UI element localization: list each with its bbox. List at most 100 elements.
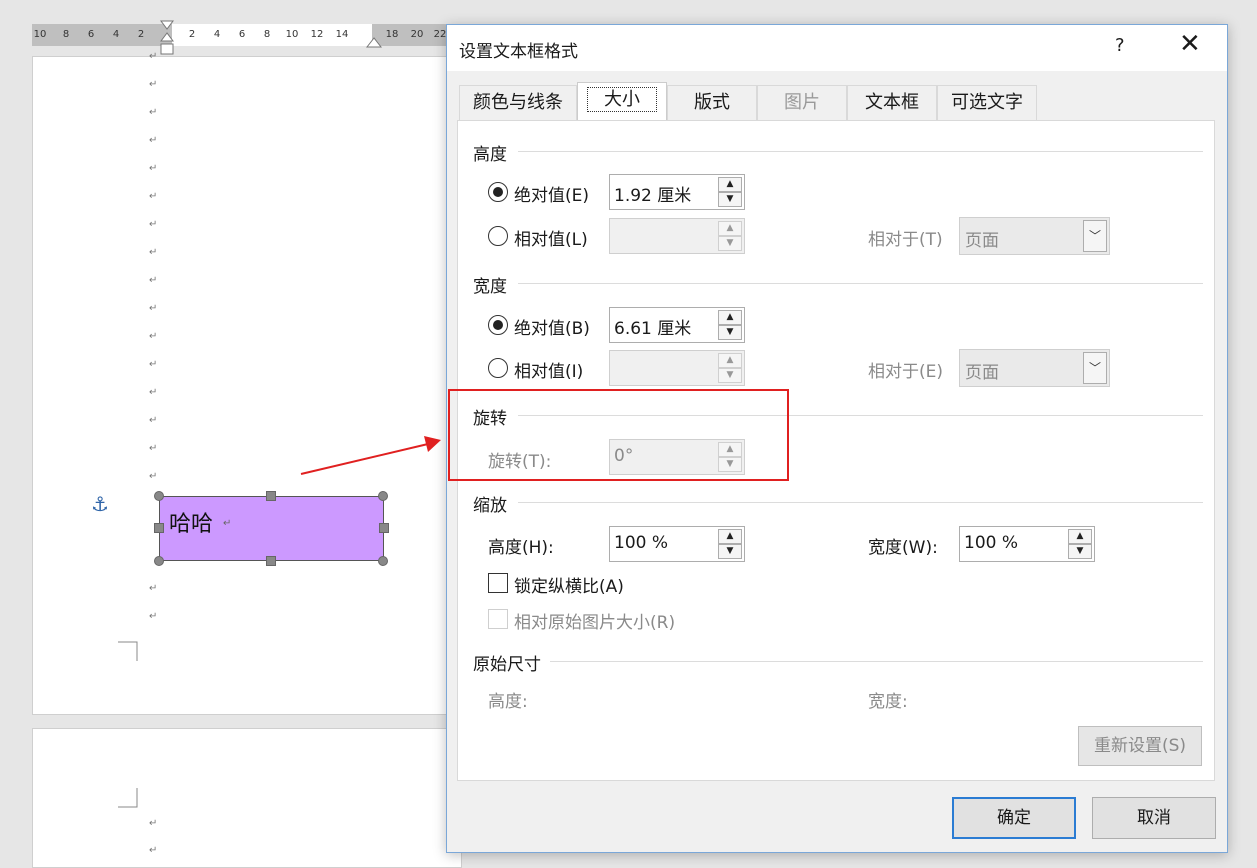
paragraph-mark: ↵ [149,135,158,146]
tab-layout[interactable]: 版式 [667,85,757,121]
width-absolute-radio[interactable] [488,315,508,335]
paragraph-mark: ↵ [149,387,158,398]
help-button[interactable]: ? [1115,35,1125,56]
resize-handle[interactable] [154,491,164,501]
document-page-next[interactable] [32,728,462,868]
paragraph-mark: ↵ [149,845,158,856]
spin-down-button[interactable]: ▼ [1068,544,1092,559]
chevron-down-icon[interactable]: ﹀ [1083,220,1107,252]
scale-width-label: 宽度(W): [868,538,938,558]
ruler-tick: 10 [285,29,299,40]
resize-handle[interactable] [154,556,164,566]
relative-original-label: 相对原始图片大小(R) [514,613,676,633]
ruler-tick: 4 [213,29,221,40]
width-relative-input[interactable]: ▲ ▼ [609,350,745,386]
text-box-content[interactable]: 哈哈 [169,506,213,538]
annotation-arrow-icon [300,436,441,475]
indent-marker-icon[interactable] [158,20,176,58]
spin-down-button[interactable]: ▼ [718,192,742,207]
resize-handle[interactable] [379,523,389,533]
resize-handle[interactable] [154,523,164,533]
paragraph-mark: ↵ [149,219,158,230]
height-absolute-radio[interactable] [488,182,508,202]
reset-button[interactable]: 重新设置(S) [1078,726,1202,766]
resize-handle[interactable] [266,491,276,501]
tab-label: 文本框 [865,92,919,113]
spin-up-button[interactable]: ▲ [718,310,742,325]
scale-height-input[interactable]: 100 % ▲ ▼ [609,526,745,562]
spin-down-button[interactable]: ▼ [718,236,742,251]
width-relative-to-select[interactable]: 页面 ﹀ [959,349,1110,387]
scale-height-label: 高度(H): [488,538,554,558]
height-relative-input[interactable]: ▲ ▼ [609,218,745,254]
ruler-tick: 4 [112,29,120,40]
tab-size[interactable]: 大小 [577,82,667,122]
width-section-title: 宽度 [473,277,507,297]
tab-label: 颜色与线条 [473,92,563,113]
paragraph-mark: ↵ [149,471,158,482]
paragraph-mark: ↵ [149,415,158,426]
tab-label: 可选文字 [951,92,1023,113]
lock-aspect-checkbox[interactable] [488,573,508,593]
spin-up-button[interactable]: ▲ [718,177,742,192]
spin-up-button[interactable]: ▲ [1068,529,1092,544]
height-absolute-label: 绝对值(E) [514,186,590,206]
resize-handle[interactable] [266,556,276,566]
resize-handle[interactable] [378,491,388,501]
height-relative-to-select[interactable]: 页面 ﹀ [959,217,1110,255]
chevron-down-icon[interactable]: ﹀ [1083,352,1107,384]
height-absolute-input[interactable]: 1.92 厘米 ▲ ▼ [609,174,745,210]
original-size-section-title: 原始尺寸 [473,655,541,675]
paragraph-mark: ↵ [149,247,158,258]
tab-picture[interactable]: 图片 [757,85,847,121]
height-relative-to-value: 页面 [965,231,999,251]
ruler-tick: 12 [310,29,324,40]
relative-original-checkbox[interactable] [488,609,508,629]
close-button[interactable]: ✕ [1179,31,1201,57]
dialog-titlebar[interactable]: 设置文本框格式 ? ✕ [447,25,1227,71]
ok-button[interactable]: 确定 [952,797,1076,839]
scale-width-input[interactable]: 100 % ▲ ▼ [959,526,1095,562]
paragraph-mark: ↵ [149,107,158,118]
text-box[interactable]: 哈哈 ↵ [159,496,384,561]
paragraph-mark: ↵ [149,191,158,202]
paragraph-mark: ↵ [149,818,158,829]
paragraph-mark: ↵ [149,79,158,90]
tab-label: 大小 [587,87,657,112]
ruler-tick: 14 [335,29,349,40]
lock-aspect-label: 锁定纵横比(A) [514,577,624,597]
right-indent-marker-icon[interactable] [366,37,382,49]
scale-section-title: 缩放 [473,496,507,516]
width-absolute-label: 绝对值(B) [514,319,590,339]
ruler-tick: 10 [33,29,47,40]
tab-label: 图片 [784,92,820,113]
tab-textbox[interactable]: 文本框 [847,85,937,121]
paragraph-mark: ↵ [149,611,158,622]
height-relative-to-label: 相对于(T) [868,230,943,250]
paragraph-mark: ↵ [149,583,158,594]
spin-down-button[interactable]: ▼ [718,544,742,559]
spin-down-button[interactable]: ▼ [718,368,742,383]
paragraph-mark: ↵ [149,443,158,454]
anchor-icon[interactable]: ⚓ [91,492,109,516]
tab-alt-text[interactable]: 可选文字 [937,85,1037,121]
document-page[interactable] [32,56,462,715]
paragraph-mark: ↵ [149,359,158,370]
resize-handle[interactable] [378,556,388,566]
paragraph-mark: ↵ [149,163,158,174]
width-relative-to-label: 相对于(E) [868,362,944,382]
spin-up-button[interactable]: ▲ [718,221,742,236]
width-relative-radio[interactable] [488,358,508,378]
scale-height-value: 100 % [614,533,669,553]
cancel-button[interactable]: 取消 [1092,797,1216,839]
margin-corner-mark [118,788,138,808]
spin-down-button[interactable]: ▼ [718,325,742,340]
height-absolute-value: 1.92 厘米 [614,186,692,206]
original-height-label: 高度: [488,692,528,712]
ruler-tick: 2 [188,29,196,40]
width-absolute-input[interactable]: 6.61 厘米 ▲ ▼ [609,307,745,343]
height-relative-radio[interactable] [488,226,508,246]
spin-up-button[interactable]: ▲ [718,529,742,544]
spin-up-button[interactable]: ▲ [718,353,742,368]
tab-colors-lines[interactable]: 颜色与线条 [459,85,577,121]
